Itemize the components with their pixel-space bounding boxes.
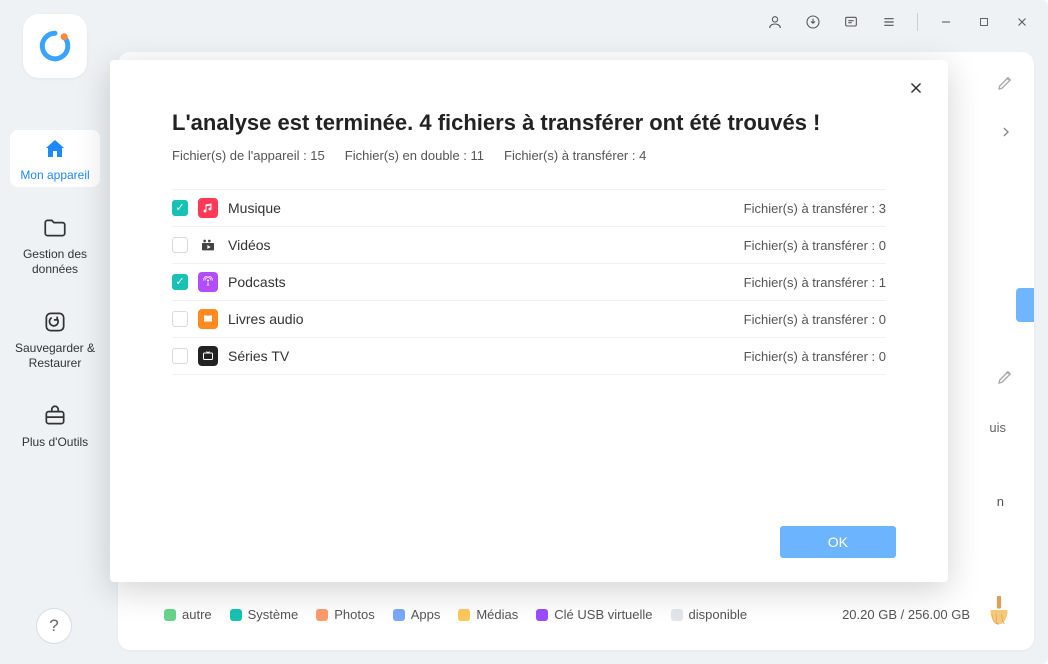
edit-icon[interactable] [996,368,1014,391]
category-list: Musique Fichier(s) à transférer : 3 Vidéos… [172,189,886,375]
legend-label: Apps [411,607,441,622]
swatch [230,609,242,621]
category-count: Fichier(s) à transférer : 3 [744,201,886,216]
category-count: Fichier(s) à transférer : 0 [744,312,886,327]
sidebar-item-my-device[interactable]: Mon appareil [10,130,100,187]
legend-item: Médias [458,607,518,622]
sidebar: Mon appareil Gestion des données Sauvega… [0,0,110,664]
dialog-title: L'analyse est terminée. 4 fichiers à tra… [172,110,886,136]
category-icon [198,272,218,292]
help-button[interactable]: ? [36,608,72,644]
sidebar-item-backup-restore[interactable]: Sauvegarder & Restaurer [10,303,100,375]
chevron-right-icon[interactable] [998,124,1014,145]
separator [917,13,918,31]
category-row[interactable]: Séries TV Fichier(s) à transférer : 0 [172,338,886,375]
swatch [536,609,548,621]
category-count: Fichier(s) à transférer : 0 [744,238,886,253]
bg-text-fragment: uis [989,420,1006,435]
category-label: Podcasts [228,274,734,290]
category-icon [198,346,218,366]
maximize-button[interactable] [970,8,998,36]
legend-item: Système [230,607,299,622]
checkbox[interactable] [172,274,188,290]
sidebar-item-label: Sauvegarder & Restaurer [10,341,100,371]
sidebar-item-more-tools[interactable]: Plus d'Outils [10,397,100,454]
legend-item: Apps [393,607,441,622]
legend-item: autre [164,607,212,622]
feedback-icon[interactable] [837,8,865,36]
sidebar-item-label: Mon appareil [20,168,89,183]
legend-label: Clé USB virtuelle [554,607,652,622]
category-row[interactable]: Podcasts Fichier(s) à transférer : 1 [172,264,886,301]
close-icon[interactable] [902,74,930,102]
backup-icon [42,309,68,335]
folder-icon [42,215,68,241]
swatch [458,609,470,621]
checkbox[interactable] [172,348,188,364]
close-button[interactable] [1008,8,1036,36]
checkbox[interactable] [172,200,188,216]
titlebar [0,0,1048,44]
swatch [671,609,683,621]
dialog-stats: Fichier(s) de l'appareil : 15 Fichier(s)… [172,148,886,163]
legend-item: disponible [671,607,748,622]
swatch [164,609,176,621]
category-label: Musique [228,200,734,216]
legend-label: Système [248,607,299,622]
swatch [393,609,405,621]
bg-text-fragment: n [997,494,1004,509]
storage-usage: 20.20 GB / 256.00 GB [842,607,970,622]
category-icon [198,198,218,218]
category-icon [198,309,218,329]
ok-button[interactable]: OK [780,526,896,558]
storage-legend: autre Système Photos Apps Médias Clé USB virt… [164,607,970,622]
category-label: Livres audio [228,311,734,327]
stat-transfer: Fichier(s) à transférer : 4 [504,148,646,163]
legend-label: autre [182,607,212,622]
menu-icon[interactable] [875,8,903,36]
stat-device: Fichier(s) de l'appareil : 15 [172,148,325,163]
home-icon [42,136,68,162]
app-logo [23,14,87,78]
category-row[interactable]: Vidéos Fichier(s) à transférer : 0 [172,227,886,264]
legend-item: Photos [316,607,374,622]
category-row[interactable]: Livres audio Fichier(s) à transférer : 0 [172,301,886,338]
blue-accent [1016,288,1034,322]
legend-label: disponible [689,607,748,622]
account-icon[interactable] [761,8,789,36]
legend-label: Médias [476,607,518,622]
sidebar-item-label: Gestion des données [10,247,100,277]
checkbox[interactable] [172,237,188,253]
minimize-button[interactable] [932,8,960,36]
edit-icon[interactable] [996,74,1014,97]
toolbox-icon [42,403,68,429]
download-icon[interactable] [799,8,827,36]
category-label: Séries TV [228,348,734,364]
sidebar-item-label: Plus d'Outils [22,435,88,450]
category-row[interactable]: Musique Fichier(s) à transférer : 3 [172,189,886,227]
sidebar-item-data-management[interactable]: Gestion des données [10,209,100,281]
swatch [316,609,328,621]
cleanup-icon[interactable] [982,593,1016,632]
category-label: Vidéos [228,237,734,253]
category-icon [198,235,218,255]
legend-label: Photos [334,607,374,622]
analysis-complete-dialog: L'analyse est terminée. 4 fichiers à tra… [110,60,948,582]
stat-duplicate: Fichier(s) en double : 11 [345,148,484,163]
legend-item: Clé USB virtuelle [536,607,652,622]
category-count: Fichier(s) à transférer : 1 [744,275,886,290]
checkbox[interactable] [172,311,188,327]
category-count: Fichier(s) à transférer : 0 [744,349,886,364]
